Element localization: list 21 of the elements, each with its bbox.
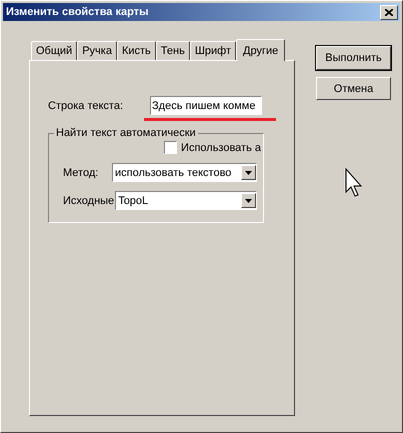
checkbox[interactable]: [164, 141, 178, 154]
close-icon: [385, 8, 393, 16]
input-field[interactable]: Здесь пишем комме: [150, 96, 262, 115]
group-legend: Найти текст автоматически: [54, 127, 198, 139]
dialog-button[interactable]: Выполнить: [316, 46, 391, 70]
method-dropdown[interactable]: использовать текстово: [112, 163, 257, 182]
tab[interactable]: Общий: [31, 41, 78, 60]
mouse-pointer-icon: [345, 168, 365, 198]
dialog-button[interactable]: Отмена: [316, 77, 391, 100]
method-label: Метод:: [63, 166, 100, 178]
tab[interactable]: Кисть: [116, 41, 156, 60]
tab[interactable]: Шрифт: [190, 41, 236, 60]
text-line-label: Строка текста:: [48, 100, 124, 112]
window-title: Изменить свойства карты: [6, 6, 148, 18]
source-dropdown[interactable]: TopoL: [115, 191, 257, 210]
close-button[interactable]: [380, 4, 398, 20]
checkbox-label: Использовать а: [181, 142, 261, 154]
tab[interactable]: Другие: [236, 39, 286, 61]
tab[interactable]: Тень: [156, 41, 190, 60]
source-label: Исходные: [63, 194, 114, 206]
tab[interactable]: Ручка: [77, 41, 117, 60]
